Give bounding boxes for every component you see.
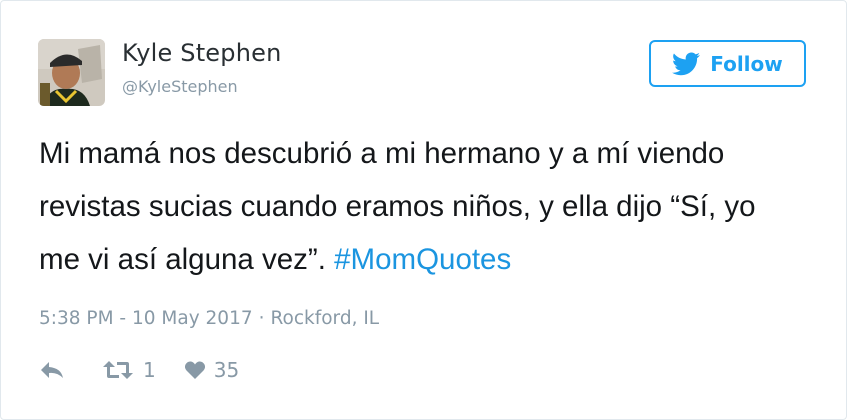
avatar[interactable] — [38, 39, 105, 106]
heart-icon — [184, 361, 205, 379]
avatar-image — [38, 39, 105, 106]
tweet-meta: 5:38 PM - 10 May 2017 · Rockford, IL — [39, 308, 379, 329]
like-count: 35 — [213, 358, 240, 382]
retweet-button[interactable]: 1 — [101, 358, 156, 382]
retweet-count: 1 — [143, 358, 156, 382]
author-handle[interactable]: @KyleStephen — [122, 77, 238, 96]
follow-label: Follow — [710, 51, 783, 76]
reply-button[interactable] — [39, 359, 65, 381]
tweet-actions: 1 35 — [39, 355, 239, 385]
tweet-text: Mi mamá nos descubrió a mi hermano y a m… — [39, 127, 799, 286]
reply-icon — [41, 362, 63, 378]
hashtag-link[interactable]: #MomQuotes — [334, 243, 511, 276]
like-button[interactable]: 35 — [184, 358, 239, 382]
tweet-card: Kyle Stephen @KyleStephen Follow Mi mamá… — [0, 0, 847, 420]
tweet-location[interactable]: Rockford, IL — [271, 308, 380, 329]
author-name[interactable]: Kyle Stephen — [122, 39, 282, 67]
retweet-icon — [103, 361, 133, 379]
meta-separator: · — [258, 308, 265, 329]
follow-button[interactable]: Follow — [649, 40, 806, 87]
twitter-bird-icon — [672, 51, 701, 75]
tweet-timestamp[interactable]: 5:38 PM - 10 May 2017 — [39, 308, 253, 329]
